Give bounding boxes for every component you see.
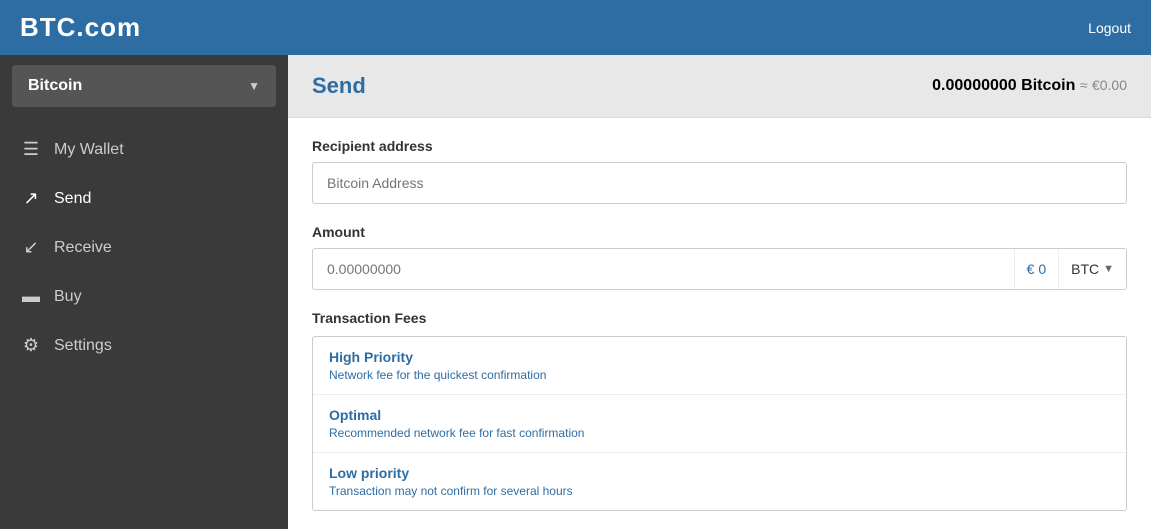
fee-high-desc: Network fee for the quickest confirmatio… [329, 368, 1110, 382]
sidebar-item-buy[interactable]: ▬ Buy [0, 272, 288, 321]
content-header: Send 0.00000000 Bitcoin ≈ €0.00 [288, 55, 1151, 118]
fee-low-desc: Transaction may not confirm for several … [329, 484, 1110, 498]
fee-low-title: Low priority [329, 465, 1110, 481]
sidebar-item-label: My Wallet [54, 141, 124, 159]
amount-input[interactable] [313, 249, 1014, 289]
sidebar-currency-label: Bitcoin [28, 77, 82, 95]
fee-high-title: High Priority [329, 349, 1110, 365]
fee-option-high[interactable]: High Priority Network fee for the quicke… [313, 337, 1126, 395]
fee-option-low[interactable]: Low priority Transaction may not confirm… [313, 453, 1126, 510]
balance-display: 0.00000000 Bitcoin ≈ €0.00 [932, 77, 1127, 95]
send-icon: ↗ [20, 188, 42, 209]
fees-label: Transaction Fees [312, 310, 1127, 326]
settings-icon: ⚙ [20, 335, 42, 356]
recipient-address-input[interactable] [312, 162, 1127, 204]
amount-fiat-display: € 0 [1014, 249, 1058, 289]
fees-field-group: Transaction Fees High Priority Network f… [312, 310, 1127, 511]
logout-button[interactable]: Logout [1088, 20, 1131, 36]
recipient-field-group: Recipient address [312, 138, 1127, 204]
wallet-icon: ☰ [20, 139, 42, 160]
sidebar-item-label: Receive [54, 239, 112, 257]
sidebar-item-label: Settings [54, 337, 112, 355]
fee-optimal-title: Optimal [329, 407, 1110, 423]
buy-icon: ▬ [20, 286, 42, 307]
sidebar-currency-dropdown[interactable]: Bitcoin ▼ [12, 65, 276, 107]
balance-fiat: €0.00 [1092, 77, 1127, 93]
sidebar-item-label: Send [54, 190, 91, 208]
sidebar-item-receive[interactable]: ↙ Receive [0, 223, 288, 272]
fee-option-optimal[interactable]: Optimal Recommended network fee for fast… [313, 395, 1126, 453]
sidebar-item-label: Buy [54, 288, 82, 306]
currency-label: BTC [1071, 261, 1099, 277]
content-body: Recipient address Amount € 0 BTC ▼ Trans… [288, 118, 1151, 529]
page-title: Send [312, 73, 366, 99]
amount-input-wrapper: € 0 BTC ▼ [312, 248, 1127, 290]
fees-options-box: High Priority Network fee for the quicke… [312, 336, 1127, 511]
amount-field-group: Amount € 0 BTC ▼ [312, 224, 1127, 290]
balance-approx: ≈ [1080, 77, 1088, 93]
app-header: BTC.com Logout [0, 0, 1151, 55]
sidebar-item-my-wallet[interactable]: ☰ My Wallet [0, 125, 288, 174]
sidebar-item-send[interactable]: ↗ Send [0, 174, 288, 223]
receive-icon: ↙ [20, 237, 42, 258]
app-logo: BTC.com [20, 12, 141, 43]
balance-amount: 0.00000000 Bitcoin [932, 77, 1075, 94]
fee-optimal-desc: Recommended network fee for fast confirm… [329, 426, 1110, 440]
chevron-down-icon: ▼ [248, 79, 260, 93]
amount-label: Amount [312, 224, 1127, 240]
main-content: Send 0.00000000 Bitcoin ≈ €0.00 Recipien… [288, 55, 1151, 529]
currency-dropdown-arrow: ▼ [1103, 263, 1114, 275]
recipient-label: Recipient address [312, 138, 1127, 154]
sidebar-nav: ☰ My Wallet ↗ Send ↙ Receive ▬ Buy ⚙ Set… [0, 117, 288, 378]
currency-dropdown[interactable]: BTC ▼ [1058, 249, 1126, 289]
sidebar-item-settings[interactable]: ⚙ Settings [0, 321, 288, 370]
sidebar: Bitcoin ▼ ☰ My Wallet ↗ Send ↙ Receive ▬… [0, 55, 288, 529]
main-layout: Bitcoin ▼ ☰ My Wallet ↗ Send ↙ Receive ▬… [0, 55, 1151, 529]
